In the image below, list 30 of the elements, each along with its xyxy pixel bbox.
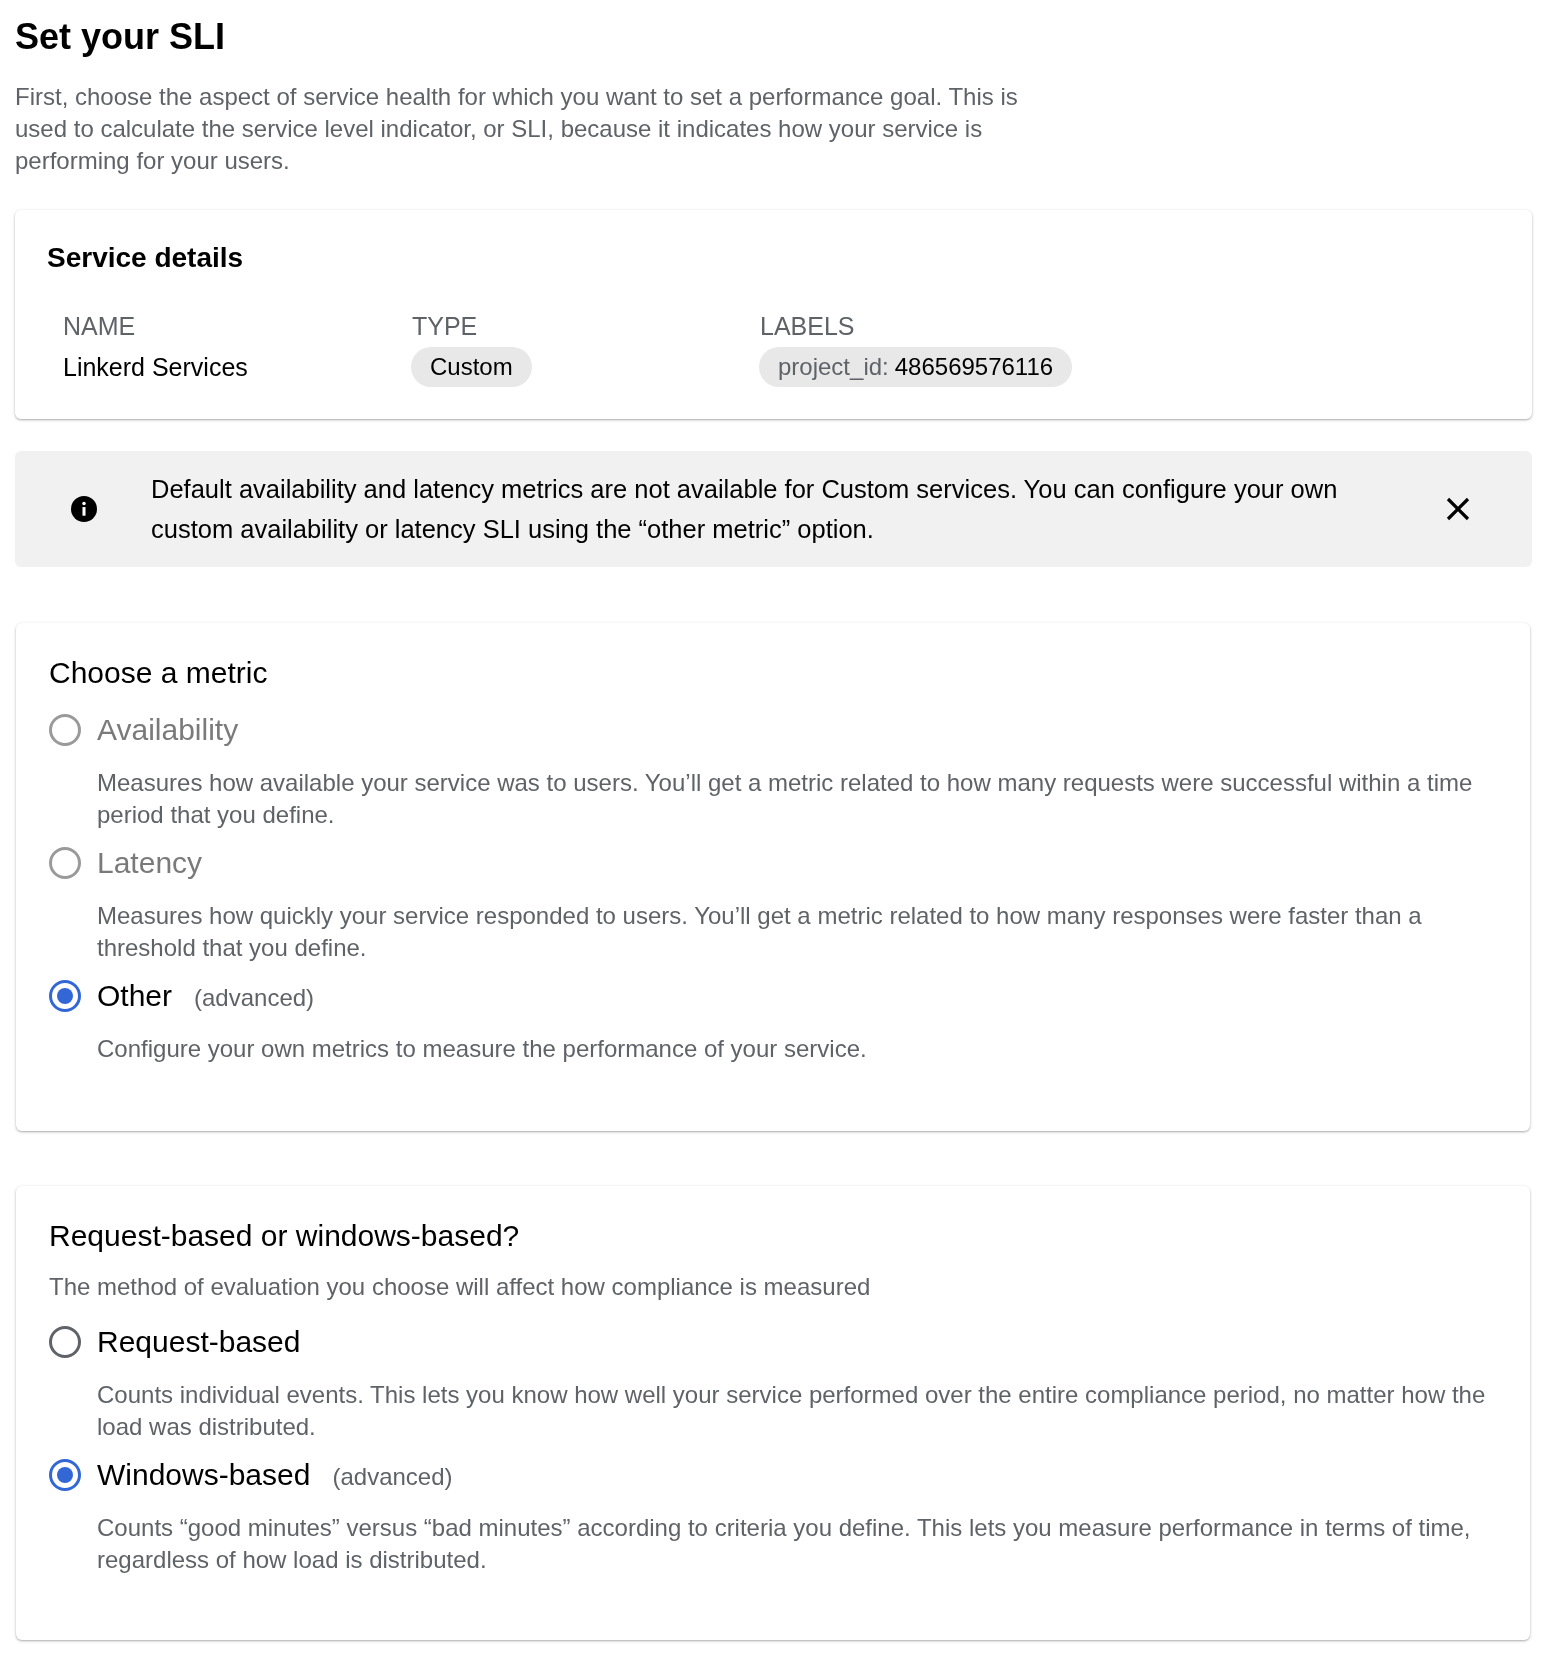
- card-title: Service details: [47, 242, 245, 274]
- intro-text: First, choose the aspect of service health for which you want to set a performance goal. This is used to calculate the service level indicator, or SLI, because it indicates how your service is performing for your users.: [15, 82, 1019, 176]
- radio-button[interactable]: [49, 1326, 81, 1358]
- close-icon: [1446, 497, 1470, 521]
- field-label: TYPE: [412, 312, 478, 340]
- banner-message: Default availability and latency metrics are not available for Custom services. You can configure your own custom availability or latency SLI using the “other metric” option.: [151, 474, 1339, 545]
- card-title: Choose a metric: [49, 655, 269, 691]
- option-description: Measures how quickly your service responded to users. You’ll get a metric related to how many responses were faster than a threshold that you define.: [97, 901, 1423, 963]
- option-label[interactable]: Windows-based: [97, 1457, 311, 1493]
- option-label[interactable]: Other: [97, 978, 173, 1014]
- type-chip: Custom: [411, 347, 532, 387]
- card-subtitle: The method of evaluation you choose will affect how compliance is measured: [49, 1272, 872, 1302]
- radio-button[interactable]: [49, 1459, 81, 1491]
- info-icon: [71, 496, 97, 522]
- label-key: project_id:: [778, 353, 889, 381]
- option-note: (advanced): [194, 984, 315, 1012]
- option-description: Measures how available your service was to users. You’ll get a metric related to how many requests were successful within a time period that you define.: [97, 768, 1474, 830]
- option-label[interactable]: Request-based: [97, 1324, 301, 1360]
- option-note: (advanced): [332, 1463, 453, 1491]
- field-label: LABELS: [760, 312, 855, 340]
- option-description: Counts individual events. This lets you know how well your service performed over the entire compliance period, no matter how the load was distributed.: [97, 1380, 1487, 1442]
- option-description: Configure your own metrics to measure the performance of your service.: [97, 1034, 868, 1064]
- page-title: Set your SLI: [15, 15, 227, 59]
- card-title: Request-based or windows-based?: [49, 1218, 521, 1254]
- option-description: Counts “good minutes” versus “bad minutes” according to criteria you define. This lets you measure performance in terms of time, regardless of how load is distributed.: [97, 1513, 1472, 1575]
- field-label: NAME: [63, 312, 136, 340]
- close-button[interactable]: [1446, 497, 1470, 521]
- field-value: Linkerd Services: [63, 353, 248, 381]
- label-value: 486569576116: [894, 353, 1054, 381]
- radio-button[interactable]: [49, 980, 81, 1012]
